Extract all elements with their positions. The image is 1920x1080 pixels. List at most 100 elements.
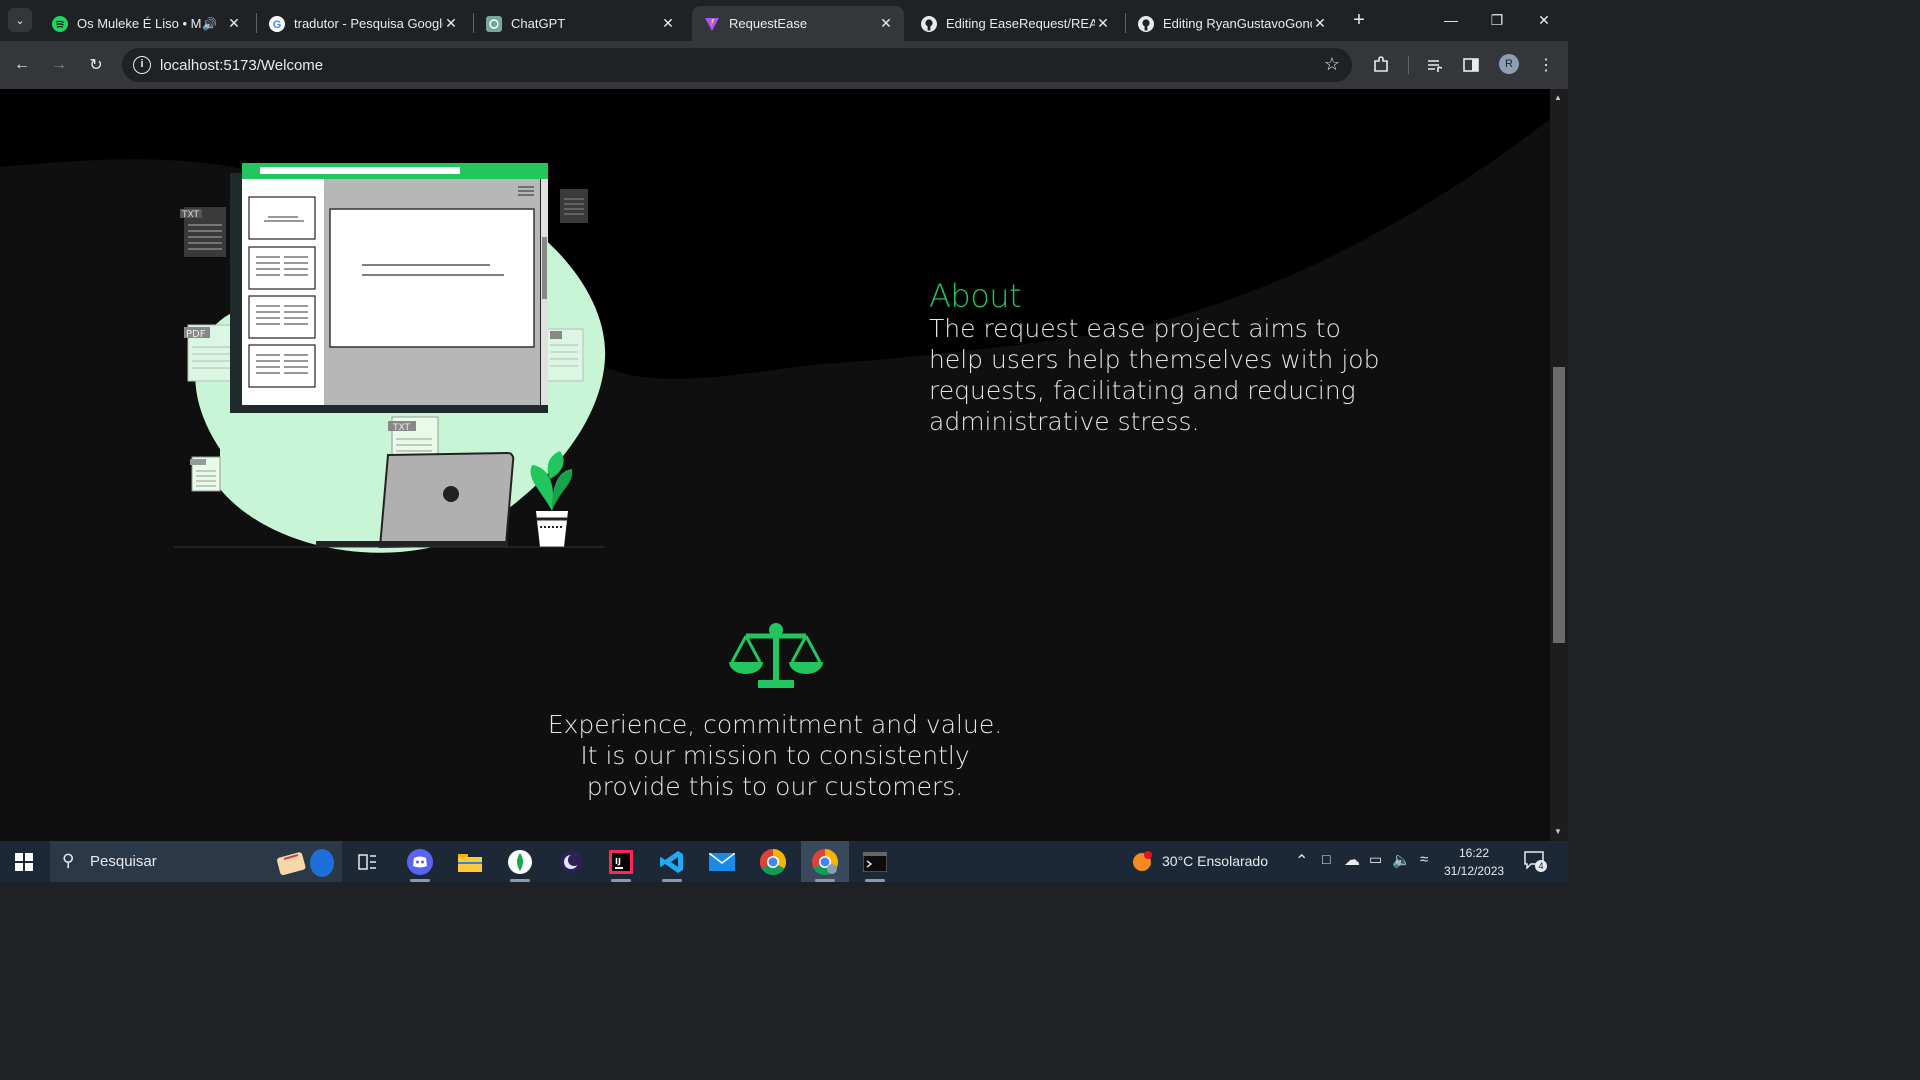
- media-queue-icon: [1428, 60, 1443, 72]
- intellij-icon: IJ: [609, 849, 633, 874]
- taskbar-discord[interactable]: [398, 841, 442, 882]
- cloud-icon[interactable]: ☁: [1344, 850, 1360, 870]
- mail-icon: [709, 852, 735, 871]
- toolbar-divider: [1408, 56, 1409, 74]
- running-indicator: [410, 879, 430, 882]
- taskbar-chrome-profile[interactable]: [801, 841, 849, 882]
- site-info-icon[interactable]: i: [133, 56, 151, 74]
- search-icon: ⚲: [62, 851, 75, 870]
- taskbar-mongodb[interactable]: [498, 841, 542, 882]
- tab-chatgpt[interactable]: ChatGPT ✕: [474, 6, 686, 41]
- svg-text:TXT: TXT: [392, 423, 411, 433]
- tab-spotify[interactable]: Os Muleke É Liso • MC 🔊 ✕: [40, 6, 252, 41]
- windows-start-icon[interactable]: [15, 853, 33, 871]
- weather-sun-icon: [1133, 851, 1152, 871]
- browser-menu-button[interactable]: ⋮: [1534, 53, 1558, 77]
- taskbar-file-explorer[interactable]: [448, 841, 492, 882]
- chatgpt-icon: [486, 15, 502, 32]
- new-tab-button[interactable]: +: [1348, 9, 1370, 31]
- meet-now-icon[interactable]: □: [1322, 851, 1330, 867]
- arrow-right-icon: →: [51, 56, 67, 73]
- notification-center-button[interactable]: 4: [1524, 851, 1547, 872]
- running-indicator: [815, 879, 835, 882]
- vite-icon: [704, 16, 720, 32]
- svg-text:IJ: IJ: [615, 857, 621, 866]
- taskbar-chrome[interactable]: [751, 841, 795, 882]
- svg-text:TXT: TXT: [181, 210, 200, 220]
- tab-google[interactable]: G tradutor - Pesquisa Google ✕: [257, 6, 469, 41]
- tab-title: Os Muleke É Liso • MC: [77, 16, 202, 31]
- taskbar-intellij[interactable]: IJ: [599, 841, 643, 882]
- tab-github-readme[interactable]: Editing EaseRequest/READ ✕: [909, 6, 1121, 41]
- scroll-up-icon[interactable]: ▲: [1554, 93, 1562, 102]
- svg-text:G: G: [273, 19, 282, 31]
- media-controls-button[interactable]: [1423, 53, 1447, 77]
- taskbar-eclipse[interactable]: [549, 841, 593, 882]
- browser-toolbar: ← → ↻ i localhost:5173/Welcome ☆ R ⋮: [0, 41, 1568, 89]
- restore-button[interactable]: ❐: [1474, 0, 1520, 40]
- pdf-file-icon: PDF: [184, 324, 235, 382]
- taskbar-terminal[interactable]: [853, 841, 897, 882]
- address-bar[interactable]: i localhost:5173/Welcome ☆: [122, 48, 1352, 82]
- chevron-up-icon[interactable]: ⌃: [1295, 851, 1308, 871]
- address-url[interactable]: localhost:5173/Welcome: [160, 57, 323, 74]
- tab-search-button[interactable]: ⌄: [8, 8, 32, 32]
- clock-time: 16:22: [1458, 846, 1490, 860]
- folder-icon: [458, 853, 482, 872]
- taskbar-search[interactable]: ⚲ Pesquisar: [50, 841, 342, 882]
- document-file-icon: [190, 456, 221, 492]
- extensions-button[interactable]: [1369, 53, 1393, 77]
- windows-taskbar: ⚲ Pesquisar IJ 30°C Ensolarado ⌃ □ ☁ ▭ 🔈…: [0, 841, 1568, 882]
- github-icon: [921, 15, 937, 32]
- running-indicator: [865, 879, 885, 882]
- audio-playing-icon[interactable]: 🔊: [202, 17, 218, 31]
- volume-icon[interactable]: 🔈: [1392, 851, 1411, 869]
- back-button[interactable]: ←: [10, 53, 34, 77]
- tab-requestease[interactable]: RequestEase ✕: [692, 6, 904, 41]
- running-indicator: [662, 879, 682, 882]
- puzzle-icon: [1374, 56, 1388, 72]
- task-view-button[interactable]: [346, 841, 390, 882]
- page-scrollbar[interactable]: ▲ ▼: [1550, 89, 1568, 841]
- mission-statement: Experience, commitment and value. It is …: [547, 710, 1003, 801]
- about-paragraph: The request ease project aims to help us…: [929, 314, 1380, 436]
- notification-count-badge: 4: [1535, 860, 1547, 872]
- browser-window-illustration: [230, 163, 548, 413]
- close-tab-icon[interactable]: ✕: [878, 15, 894, 32]
- taskbar-vscode[interactable]: [650, 841, 694, 882]
- close-tab-icon[interactable]: ✕: [443, 15, 459, 32]
- tab-strip: ⌄ Os Muleke É Liso • MC 🔊 ✕ G tradutor -…: [0, 0, 1568, 41]
- taskbar-mail[interactable]: [700, 841, 744, 882]
- svg-text:PDF: PDF: [186, 329, 206, 340]
- side-panel-button[interactable]: [1459, 53, 1483, 77]
- tab-title: Editing EaseRequest/READ: [946, 16, 1095, 31]
- scroll-down-icon[interactable]: ▼: [1554, 827, 1562, 836]
- scrollbar-thumb[interactable]: [1553, 367, 1565, 643]
- weather-text[interactable]: 30°C Ensolarado: [1162, 853, 1268, 869]
- tab-github-profile[interactable]: Editing RyanGustavoGonc ✕: [1126, 6, 1338, 41]
- tab-title: Editing RyanGustavoGonc: [1163, 16, 1312, 31]
- wifi-icon[interactable]: ≈: [1420, 851, 1428, 868]
- document-file-icon: [544, 328, 584, 382]
- minimize-button[interactable]: —: [1428, 0, 1474, 40]
- system-clock[interactable]: 16:22 31/12/2023: [1444, 844, 1504, 880]
- more-vertical-icon: ⋮: [1538, 57, 1554, 74]
- arrow-left-icon: ←: [14, 56, 30, 73]
- clock-date: 31/12/2023: [1444, 864, 1505, 878]
- txt-file-icon: TXT: [180, 207, 226, 257]
- bookmark-star-icon[interactable]: ☆: [1324, 54, 1340, 75]
- reload-icon: ↻: [89, 57, 103, 74]
- forward-button[interactable]: →: [47, 53, 71, 77]
- page-viewport: TXT PDF TXT About The request ease proje…: [0, 89, 1550, 841]
- close-tab-icon[interactable]: ✕: [660, 15, 676, 32]
- chrome-icon: [812, 848, 838, 875]
- profile-avatar[interactable]: R: [1499, 54, 1519, 74]
- reload-button[interactable]: ↻: [84, 53, 108, 77]
- close-window-button[interactable]: ✕: [1521, 0, 1567, 40]
- battery-icon[interactable]: ▭: [1369, 851, 1382, 868]
- discord-icon: [407, 848, 433, 875]
- close-tab-icon[interactable]: ✕: [1095, 15, 1111, 32]
- close-tab-icon[interactable]: ✕: [226, 15, 242, 32]
- close-tab-icon[interactable]: ✕: [1312, 15, 1328, 32]
- github-icon: [1138, 15, 1154, 32]
